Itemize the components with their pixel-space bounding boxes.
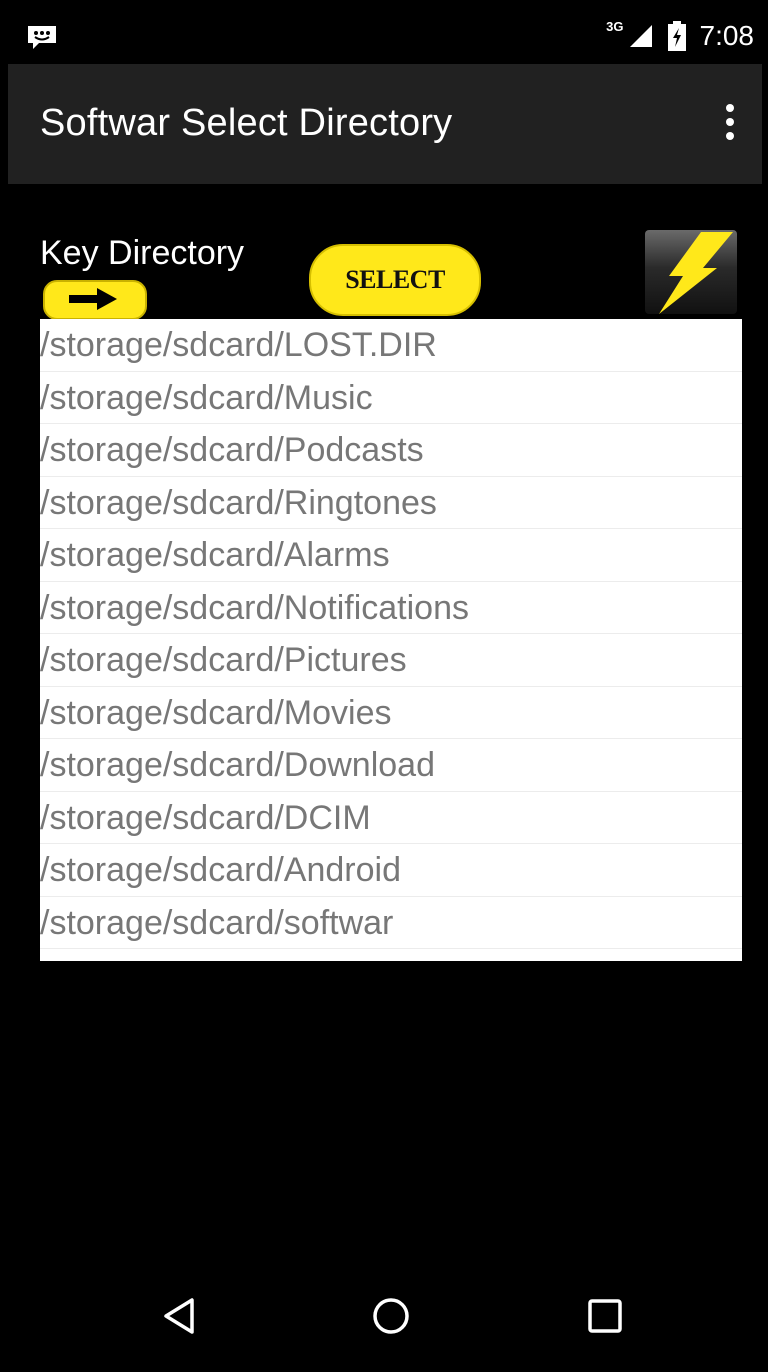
app-bar: Softwar Select Directory xyxy=(8,64,762,184)
directory-item[interactable]: /storage/sdcard/Pictures xyxy=(40,634,742,687)
directory-item[interactable]: /storage/sdcard/Android xyxy=(40,844,742,897)
screen: 3G 7:08 Softwar Select Directory Key Dir… xyxy=(8,8,762,1372)
directory-item[interactable]: /storage/sdcard/Music xyxy=(40,372,742,424)
directory-item[interactable]: /storage/sdcard/Movies xyxy=(40,687,742,739)
lightning-bolt-icon xyxy=(659,232,733,314)
directory-item[interactable]: /storage/sdcard/Podcasts xyxy=(40,424,742,477)
directory-item[interactable]: /storage/sdcard/Ringtones xyxy=(40,477,742,529)
signal-icon xyxy=(629,25,652,47)
arrow-right-icon xyxy=(69,288,117,310)
directory-item[interactable]: /storage/sdcard/Notifications xyxy=(40,582,742,634)
back-icon[interactable] xyxy=(156,1292,204,1340)
directory-item[interactable]: /storage/sdcard/softwar xyxy=(40,897,742,949)
bolt-button[interactable] xyxy=(645,230,737,314)
network-type: 3G xyxy=(606,18,624,34)
status-right: 3G 7:08 xyxy=(606,8,754,64)
directory-item[interactable]: /storage/sdcard/Download xyxy=(40,739,742,792)
directory-item[interactable]: /storage/sdcard/Alarms xyxy=(40,529,742,582)
arrow-button[interactable] xyxy=(43,280,147,320)
app-title: Softwar Select Directory xyxy=(40,102,453,144)
status-bar: 3G 7:08 xyxy=(8,8,762,64)
recents-icon[interactable] xyxy=(581,1292,629,1340)
select-button[interactable]: SELECT xyxy=(309,244,481,316)
more-vert-icon[interactable] xyxy=(718,100,742,148)
home-icon[interactable] xyxy=(367,1292,415,1340)
directory-list: /storage/sdcard/LOST.DIR/storage/sdcard/… xyxy=(40,319,742,961)
clock: 7:08 xyxy=(699,20,755,51)
directory-item[interactable]: /storage/sdcard/LOST.DIR xyxy=(40,319,742,372)
navigation-bar xyxy=(8,1260,762,1372)
message-icon xyxy=(28,26,56,49)
battery-charging-icon xyxy=(667,21,686,51)
key-directory-label: Key Directory xyxy=(40,234,245,272)
directory-item[interactable]: /storage/sdcard/DCIM xyxy=(40,792,742,844)
